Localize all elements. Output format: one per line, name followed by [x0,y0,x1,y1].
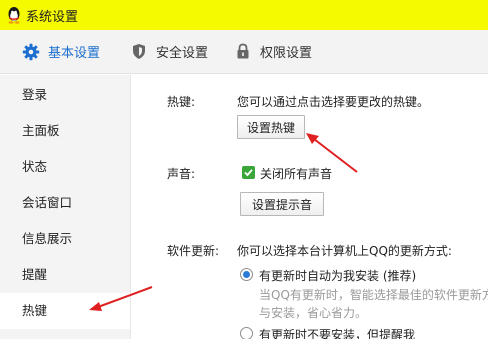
auto-install-radio[interactable] [240,268,253,281]
sidebar-item-status[interactable]: 状态 [0,149,130,185]
hotkey-description: 您可以通过点击选择要更改的热键。 [237,95,430,109]
gear-icon [22,43,40,61]
tab-permission-settings-label: 权限设置 [260,46,313,61]
lock-icon [234,43,252,61]
sidebar-item-reminder[interactable]: 提醒 [0,257,130,293]
notify-only-label: 有更新时不要安装，但提醒我 [259,328,416,339]
set-notification-sound-button[interactable]: 设置提示音 [240,192,324,216]
sidebar-item-info-display[interactable]: 信息展示 [0,221,130,257]
auto-install-note-line1: 当QQ有更新时，智能选择最佳的软件更新方 [259,288,488,302]
set-hotkey-button[interactable]: 设置热键 [237,115,305,139]
mute-all-sounds-label: 关闭所有声音 [260,167,333,181]
sidebar-item-main-panel[interactable]: 主面板 [0,113,130,149]
sound-label: 声音: [167,167,196,181]
settings-content: 热键: 您可以通过点击选择要更改的热键。 设置热键 声音: 关闭所有声音 设置提… [131,75,488,339]
mute-all-sounds-checkbox[interactable] [242,166,255,179]
sidebar-item-login[interactable]: 登录 [0,77,130,113]
auto-install-label: 有更新时自动为我安装 (推荐) [259,269,417,283]
sidebar-item-chat-window[interactable]: 会话窗口 [0,185,130,221]
title-bar: 系统设置 [0,0,488,30]
tab-basic-settings[interactable]: 基本设置 [22,30,100,74]
radio-selected-dot [243,271,250,278]
sidebar-item-hotkey[interactable]: 热键 [0,293,130,329]
software-update-label: 软件更新: [167,244,220,258]
window-title: 系统设置 [26,9,79,25]
auto-install-note-line2: 与安装，省心省力。 [259,306,368,320]
tab-basic-settings-label: 基本设置 [48,46,101,61]
settings-sidebar: 登录 主面板 状态 会话窗口 信息展示 提醒 热键 [0,75,131,339]
shield-icon [130,43,148,61]
tab-security-settings[interactable]: 安全设置 [130,30,208,74]
notify-only-radio[interactable] [240,327,253,339]
qq-logo-icon [8,7,20,24]
settings-tab-bar: 基本设置 安全设置 权限设置 [0,30,488,74]
tab-security-settings-label: 安全设置 [156,46,209,61]
tab-permission-settings[interactable]: 权限设置 [234,30,312,74]
checkmark-icon [244,169,253,177]
software-update-description: 你可以选择本台计算机上QQ的更新方式: [237,244,452,258]
hotkey-label: 热键: [167,95,196,109]
